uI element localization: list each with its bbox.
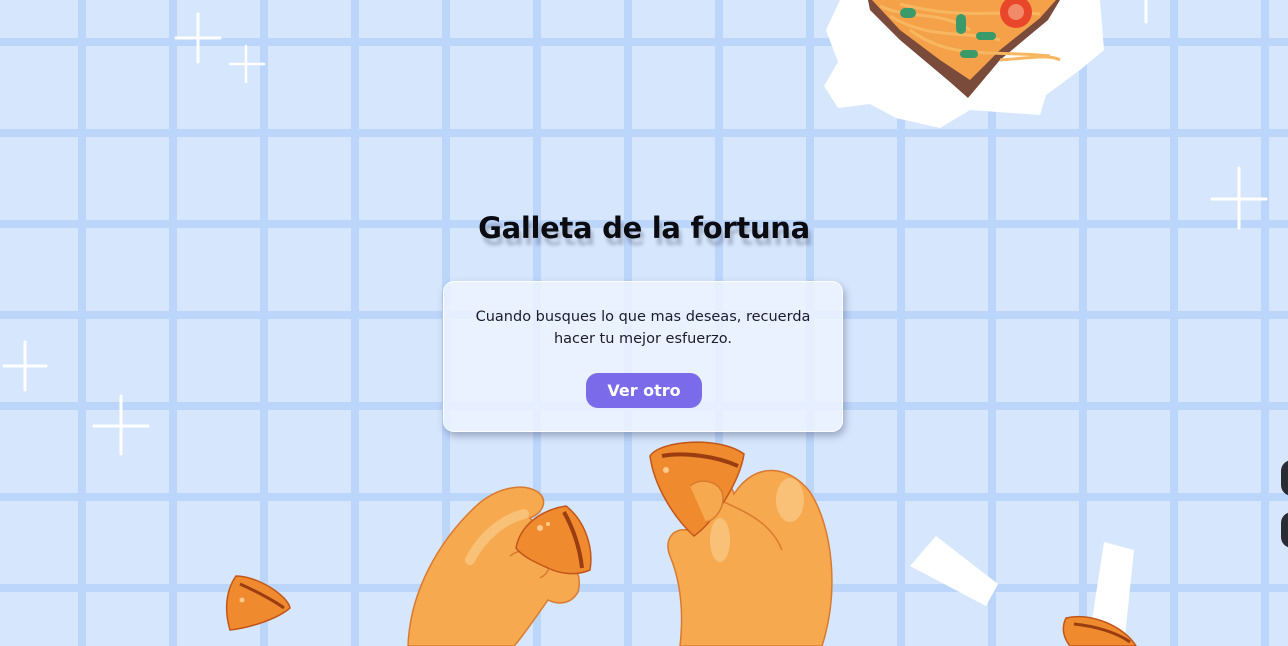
sparkle-icon: [228, 44, 266, 84]
page-title: Galleta de la fortuna: [478, 211, 810, 245]
fortune-message: Cuando busques lo que mas deseas, recuer…: [475, 309, 811, 347]
sparkle-icon: [2, 340, 48, 392]
side-control[interactable]: [1281, 460, 1288, 496]
fortune-card: Cuando busques lo que mas deseas, recuer…: [443, 281, 843, 432]
sparkle-icon: [174, 12, 222, 64]
noodle-box-illustration: [824, 0, 1104, 128]
side-control[interactable]: [1281, 512, 1288, 548]
sparkle-icon: [92, 394, 150, 456]
fortune-cookie-icon: [225, 575, 291, 631]
paper-slip-icon: [910, 536, 998, 606]
see-another-button[interactable]: Ver otro: [586, 373, 702, 408]
hands-holding-cookie-illustration: [407, 441, 833, 646]
